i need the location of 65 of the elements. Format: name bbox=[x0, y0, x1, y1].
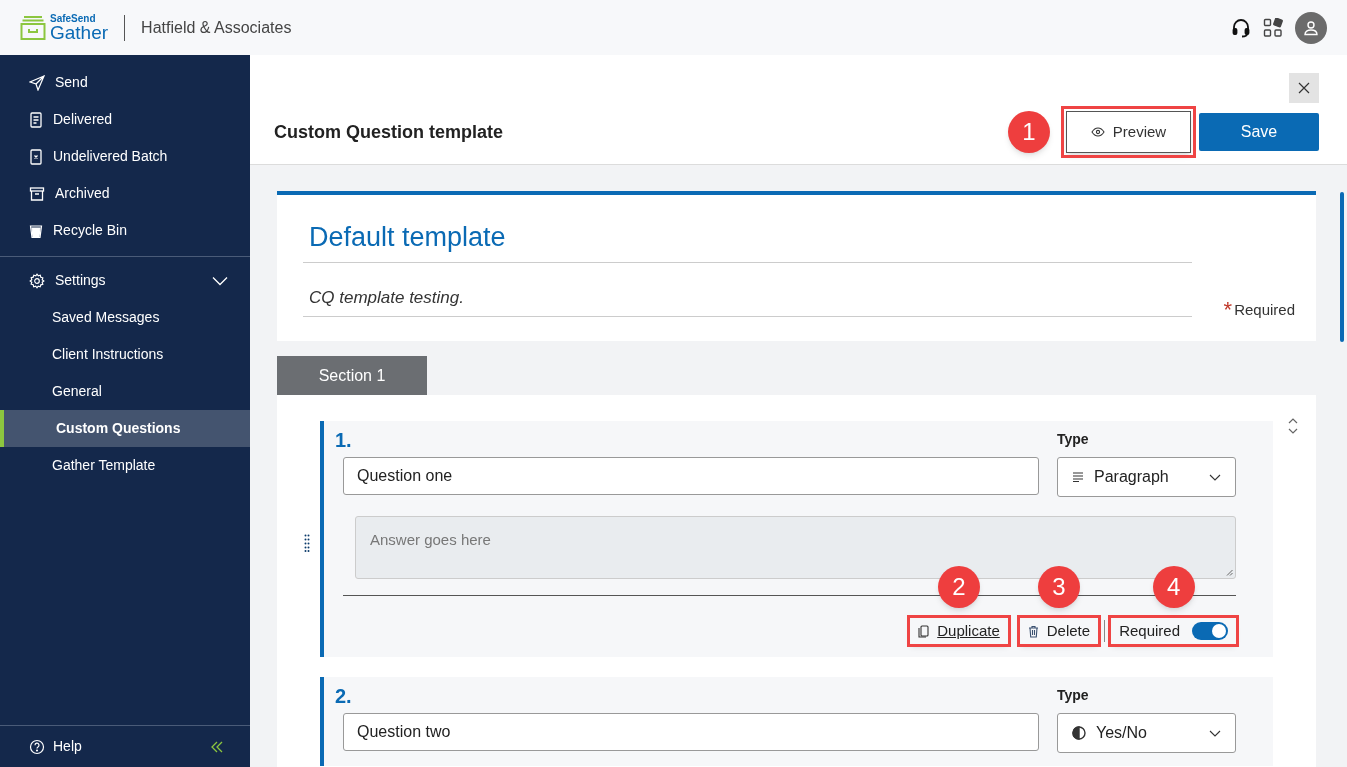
logo-icon bbox=[20, 14, 46, 41]
sidebar-item[interactable]: Recycle Bin bbox=[0, 212, 250, 249]
drag-handle-icon[interactable] bbox=[304, 534, 310, 552]
sidebar-subitem[interactable]: Client Instructions bbox=[0, 336, 250, 373]
callout-number: 3 bbox=[1037, 566, 1080, 608]
sidebar-item[interactable]: Undelivered Batch bbox=[0, 138, 250, 175]
trash-icon bbox=[1027, 624, 1039, 638]
page-title: Custom Question template bbox=[274, 120, 504, 144]
sidebar-subitem[interactable]: Gather Template bbox=[0, 447, 250, 484]
logo-top-text: SafeSend bbox=[50, 13, 97, 24]
bin-icon bbox=[29, 222, 43, 239]
sidebar-subitem[interactable]: Custom Questions bbox=[0, 410, 250, 447]
chevron-down-icon bbox=[1209, 473, 1221, 481]
half-circle-icon bbox=[1072, 726, 1086, 740]
document-icon bbox=[29, 111, 43, 128]
required-toggle[interactable] bbox=[1192, 622, 1228, 640]
collapse-icon[interactable] bbox=[210, 740, 224, 753]
close-icon bbox=[1298, 82, 1310, 94]
sidebar-item[interactable]: Archived bbox=[0, 175, 250, 212]
question-number: 1. bbox=[335, 428, 353, 453]
delete-button[interactable]: Delete bbox=[1019, 618, 1099, 644]
scrollbar[interactable] bbox=[1340, 192, 1344, 342]
callout-number: 1 bbox=[1008, 111, 1050, 153]
company-name: Hatfield & Associates bbox=[141, 17, 292, 38]
apps-grid-icon[interactable] bbox=[1263, 17, 1283, 38]
section-tab[interactable]: Section 1 bbox=[277, 356, 427, 395]
callout-number: 4 bbox=[1152, 566, 1195, 608]
headset-icon[interactable] bbox=[1231, 17, 1251, 38]
user-icon bbox=[1303, 19, 1319, 36]
template-title-field[interactable]: Default template bbox=[303, 217, 1192, 263]
resize-handle-icon bbox=[1226, 569, 1233, 576]
required-asterisk: * bbox=[1223, 299, 1233, 321]
type-dropdown[interactable]: Paragraph bbox=[1057, 457, 1236, 497]
reorder-arrows-icon[interactable] bbox=[1287, 417, 1299, 435]
user-avatar[interactable] bbox=[1295, 11, 1327, 44]
question-field[interactable]: Question two bbox=[343, 713, 1039, 751]
settings-menu[interactable]: Settings bbox=[0, 262, 250, 299]
answer-box: Answer goes here bbox=[355, 516, 1236, 579]
required-note: Required bbox=[1234, 299, 1295, 320]
required-label: Required bbox=[1119, 620, 1180, 641]
question-number: 2. bbox=[335, 684, 353, 709]
paragraph-icon bbox=[1072, 472, 1084, 482]
sidebar-subitem[interactable]: Saved Messages bbox=[0, 299, 250, 336]
callout-number: 2 bbox=[938, 566, 980, 608]
eye-icon bbox=[1090, 127, 1105, 137]
close-button[interactable] bbox=[1289, 73, 1319, 103]
send-icon bbox=[29, 74, 45, 91]
duplicate-button[interactable]: Duplicate bbox=[910, 618, 1008, 644]
sidebar-item[interactable]: Delivered bbox=[0, 101, 250, 138]
template-description-field[interactable]: CQ template testing. bbox=[303, 262, 1192, 317]
sidebar-item[interactable]: Send bbox=[0, 64, 250, 101]
help-icon bbox=[29, 738, 45, 755]
logo-bottom-text: Gather bbox=[50, 22, 109, 42]
copy-icon bbox=[918, 624, 930, 638]
document-x-icon bbox=[29, 148, 43, 165]
type-label: Type bbox=[1057, 686, 1090, 705]
chevron-icon bbox=[212, 275, 228, 286]
settings-icon bbox=[29, 272, 45, 289]
question-field[interactable]: Question one bbox=[343, 457, 1039, 495]
type-label: Type bbox=[1057, 430, 1090, 449]
type-dropdown[interactable]: Yes/No bbox=[1057, 713, 1236, 753]
sidebar-subitem[interactable]: General bbox=[0, 373, 250, 410]
archive-icon bbox=[29, 185, 45, 202]
save-button[interactable]: Save bbox=[1199, 113, 1319, 151]
chevron-down-icon bbox=[1209, 729, 1221, 737]
